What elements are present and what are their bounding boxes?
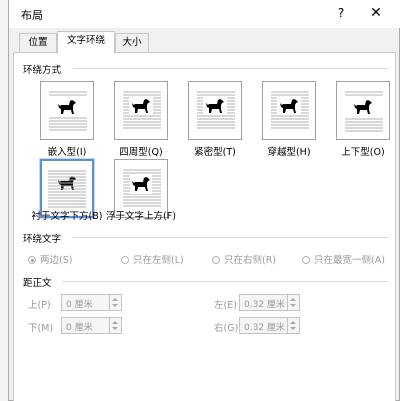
spin-down-icon xyxy=(112,327,118,330)
wrap-option-inline[interactable] xyxy=(40,81,94,140)
spinner-arrows[interactable] xyxy=(109,295,121,310)
radio-label: 只在最宽一侧(A) xyxy=(314,255,385,266)
tab-bar: 位置 文字环绕 大小 xyxy=(13,31,397,54)
radio-left-only[interactable]: 只在左侧(L) xyxy=(121,252,184,266)
close-button[interactable]: ✕ xyxy=(364,3,388,23)
radio-label: 只在左侧(L) xyxy=(133,255,184,266)
wrap-option-label: 浮于文字上方(F) xyxy=(106,211,176,222)
wrap-top-bottom-icon xyxy=(345,91,383,132)
spin-up-icon xyxy=(290,298,296,301)
help-button[interactable]: ? xyxy=(329,3,353,23)
distance-top-label: 上(P) xyxy=(28,300,51,311)
divider xyxy=(73,68,388,69)
distance-right-value: 0.32 厘米 xyxy=(244,323,285,333)
wrap-square-icon xyxy=(123,91,161,129)
spinner-arrows[interactable] xyxy=(287,318,299,333)
spin-down-icon xyxy=(290,304,296,307)
tab-size[interactable]: 大小 xyxy=(115,33,149,52)
divider xyxy=(62,281,388,282)
tab-position[interactable]: 位置 xyxy=(19,33,57,52)
wrap-option-top-bottom[interactable] xyxy=(336,81,390,140)
wrap-through-icon xyxy=(271,91,309,129)
spin-up-icon xyxy=(290,321,296,324)
wrap-text-heading: 环绕文字 xyxy=(23,234,62,245)
wrap-option-tight[interactable] xyxy=(188,81,242,140)
distance-left-value: 0.32 厘米 xyxy=(244,300,285,310)
distance-left-input[interactable]: 0.32 厘米 xyxy=(239,294,300,311)
radio-dot xyxy=(212,256,220,264)
tab-panel: 环绕方式 嵌入型(I) 四周型(Q) 紧密型(T) 穿越型(H) 上下型(O) … xyxy=(13,52,396,401)
spin-up-icon xyxy=(112,298,118,301)
divider xyxy=(73,237,388,238)
wrap-option-label: 上下型(O) xyxy=(341,147,385,158)
wrap-option-through[interactable] xyxy=(262,81,316,140)
layout-dialog: 布局 ? ✕ 位置 文字环绕 大小 环绕方式 嵌入型(I) 四周型(Q) 紧密型… xyxy=(8,0,400,401)
radio-both-sides[interactable]: 两边(S) xyxy=(28,252,72,266)
spin-down-icon xyxy=(290,327,296,330)
distance-top-input[interactable]: 0 厘米 xyxy=(61,294,122,311)
radio-largest-only[interactable]: 只在最宽一侧(A) xyxy=(302,252,385,266)
tab-text-wrapping[interactable]: 文字环绕 xyxy=(57,31,115,54)
distance-bottom-input[interactable]: 0 厘米 xyxy=(61,317,122,334)
wrap-style-heading: 环绕方式 xyxy=(23,65,62,76)
title-bar: 布局 ? ✕ xyxy=(9,0,400,28)
wrap-tight-icon xyxy=(197,91,235,129)
distance-left-label: 左(E) xyxy=(214,300,237,311)
radio-right-only[interactable]: 只在右侧(R) xyxy=(212,252,276,266)
wrap-inline-icon xyxy=(49,91,87,131)
radio-dot xyxy=(302,256,310,264)
distance-bottom-value: 0 厘米 xyxy=(66,323,93,333)
distance-right-input[interactable]: 0.32 厘米 xyxy=(239,317,300,334)
radio-label: 两边(S) xyxy=(40,255,73,266)
dialog-title: 布局 xyxy=(21,9,43,22)
spinner-arrows[interactable] xyxy=(287,295,299,310)
distance-top-value: 0 厘米 xyxy=(66,300,93,310)
spin-down-icon xyxy=(112,304,118,307)
distance-heading: 距正文 xyxy=(23,278,52,289)
spin-up-icon xyxy=(112,321,118,324)
radio-label: 只在右侧(R) xyxy=(224,255,277,266)
distance-right-label: 右(G) xyxy=(214,323,239,334)
radio-dot xyxy=(28,256,36,264)
spinner-arrows[interactable] xyxy=(109,318,121,333)
wrap-option-square[interactable] xyxy=(114,81,168,140)
distance-bottom-label: 下(M) xyxy=(28,323,54,334)
radio-dot xyxy=(121,256,129,264)
